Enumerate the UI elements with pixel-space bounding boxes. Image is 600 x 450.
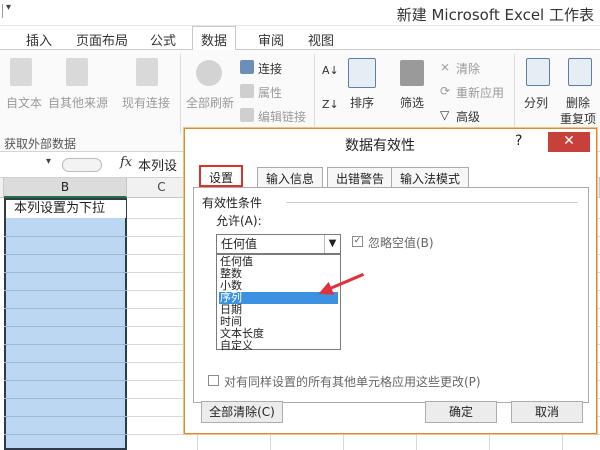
refresh-all-button[interactable]: 全部刷新 — [186, 94, 234, 111]
grid-line — [4, 308, 127, 309]
cell-b1[interactable]: 本列设置为下拉 — [6, 200, 126, 218]
remove-duplicates-button[interactable]: 重复项 — [560, 110, 596, 127]
grid-line — [4, 380, 127, 381]
properties-icon — [240, 84, 254, 98]
filter-button[interactable]: 筛选 — [400, 94, 424, 111]
chevron-down-icon[interactable]: ▼ — [324, 235, 340, 253]
quick-access-separator — [2, 4, 3, 18]
tab-review[interactable]: 审阅 — [258, 30, 284, 49]
ribbon-separator — [180, 54, 181, 134]
grid-line — [4, 254, 127, 255]
existing-connections-icon — [136, 58, 158, 86]
grid-line — [4, 272, 127, 273]
from-text-icon — [10, 58, 32, 86]
grid-line — [127, 434, 600, 435]
connections-icon — [240, 60, 254, 74]
refresh-all-icon — [196, 60, 222, 86]
ribbon-separator — [514, 54, 515, 134]
sort-az-icon[interactable]: A↓ — [322, 64, 339, 77]
allow-label: 允许(A): — [216, 214, 262, 228]
formula-input[interactable]: 本列设 — [138, 155, 177, 174]
properties-button[interactable]: 属性 — [258, 84, 282, 101]
tab-settings[interactable]: 设置 — [199, 165, 244, 187]
help-button[interactable]: ? — [515, 133, 522, 149]
option-custom[interactable]: 自定义 — [219, 340, 338, 352]
tab-input-message[interactable]: 输入信息 — [257, 167, 324, 187]
sort-dialog-icon — [348, 58, 376, 88]
grid-line — [4, 344, 127, 345]
grid-line — [4, 290, 127, 291]
cancel-button[interactable]: 取消 — [511, 401, 583, 423]
from-text-button[interactable]: 自文本 — [6, 94, 42, 111]
ok-button[interactable]: 确定 — [425, 401, 497, 423]
fx-icon[interactable]: fx — [120, 155, 132, 170]
grid-line — [4, 236, 127, 237]
grid-line — [4, 362, 127, 363]
reapply-icon: ⟳ — [440, 84, 451, 98]
grid-line — [4, 398, 127, 399]
allow-select-value: 任何值 — [221, 237, 258, 251]
edit-links-icon — [240, 108, 254, 122]
clear-filter-icon: ⨯ — [440, 60, 451, 74]
clear-button[interactable]: 清除 — [456, 60, 480, 77]
apply-all-checkbox[interactable] — [208, 375, 219, 386]
other-sources-icon — [66, 58, 88, 86]
ribbon-separator — [314, 54, 315, 134]
section-title: 有效性条件 — [202, 196, 263, 210]
edit-links-button[interactable]: 编辑链接 — [258, 108, 306, 125]
sort-button[interactable]: 排序 — [350, 94, 374, 111]
text-to-columns-button[interactable]: 分列 — [524, 94, 548, 111]
title-bar: ▾ 新建 Microsoft Excel 工作表 — [0, 0, 600, 26]
tab-ime-mode[interactable]: 输入法模式 — [391, 167, 470, 187]
text-to-columns-icon — [526, 58, 550, 86]
filter-icon — [400, 60, 424, 86]
tab-formulas[interactable]: 公式 — [150, 30, 176, 49]
data-validation-dialog: 数据有效性 ? ✕ 有效性条件 允许(A): 任何值 ▼ 任何值 整数 小数 序… — [184, 128, 597, 434]
allow-select[interactable]: 任何值 ▼ — [216, 234, 341, 254]
grid-line — [4, 326, 127, 327]
ignore-blank-checkbox[interactable]: ✓ — [352, 236, 363, 247]
advanced-filter-icon: ▽ — [440, 108, 450, 122]
quick-access-dropdown-icon[interactable]: ▾ — [6, 2, 11, 13]
tab-view[interactable]: 视图 — [308, 30, 334, 49]
tab-insert[interactable]: 插入 — [26, 30, 52, 49]
close-button[interactable]: ✕ — [548, 132, 590, 152]
tab-page-layout[interactable]: 页面布局 — [76, 30, 128, 49]
tab-data[interactable]: 数据 — [192, 26, 237, 51]
ignore-blank-label: 忽略空值(B) — [368, 236, 434, 250]
tab-error-alert[interactable]: 出错警告 — [327, 167, 394, 187]
section-divider — [286, 202, 578, 203]
apply-all-label: 对有同样设置的所有其他单元格应用这些更改(P) — [224, 375, 481, 389]
reapply-button[interactable]: 重新应用 — [456, 84, 504, 101]
allow-options-list[interactable]: 任何值 整数 小数 序列 日期 时间 文本长度 自定义 — [216, 254, 341, 352]
window-title: 新建 Microsoft Excel 工作表 — [396, 6, 594, 24]
other-sources-button[interactable]: 自其他来源 — [48, 94, 108, 111]
advanced-button[interactable]: 高级 — [456, 108, 480, 125]
column-header-b[interactable]: B — [4, 178, 127, 198]
remove-button[interactable]: 删除 — [566, 94, 590, 111]
dialog-title: 数据有效性 — [345, 138, 415, 154]
dialog-body: 有效性条件 允许(A): 任何值 ▼ 任何值 整数 小数 序列 日期 时间 文本… — [193, 165, 589, 427]
clear-all-button[interactable]: 全部清除(C) — [201, 401, 283, 423]
name-box-dropdown-icon[interactable]: ▾ — [46, 156, 51, 167]
existing-connections-button[interactable]: 现有连接 — [122, 94, 170, 111]
sort-za-icon[interactable]: Z↓ — [322, 98, 339, 111]
grid-line — [4, 434, 127, 435]
grid-line — [4, 416, 127, 417]
dialog-title-bar[interactable]: 数据有效性 ? ✕ — [185, 129, 596, 159]
group-label-external-data: 获取外部数据 — [4, 137, 77, 151]
ribbon-tabs: 插入 页面布局 公式 数据 审阅 视图 — [0, 26, 600, 51]
connections-button[interactable]: 连接 — [258, 60, 282, 77]
remove-duplicates-icon — [568, 58, 592, 86]
settings-panel: 有效性条件 允许(A): 任何值 ▼ 任何值 整数 小数 序列 日期 时间 文本… — [193, 187, 589, 403]
formula-bar-controls[interactable] — [62, 158, 102, 172]
